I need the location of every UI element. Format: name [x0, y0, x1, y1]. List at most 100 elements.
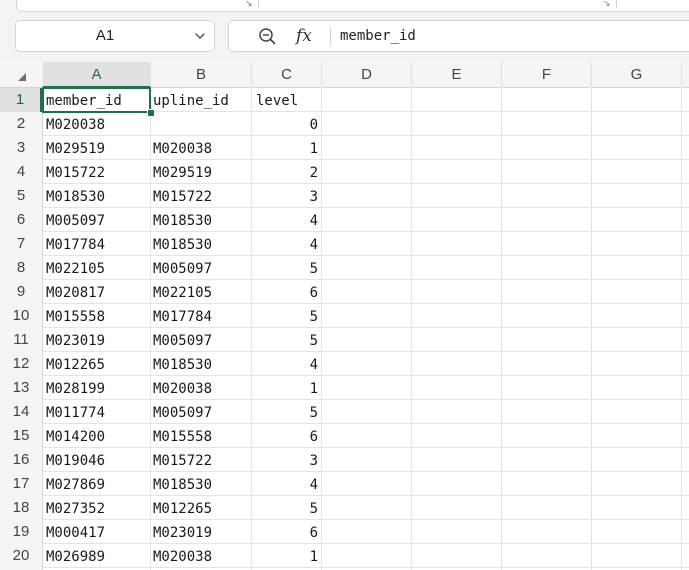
cell-a12[interactable]: M012265 — [46, 352, 149, 376]
column-header-h[interactable] — [682, 62, 689, 88]
cell-a19[interactable]: M000417 — [46, 520, 149, 544]
cell-c15[interactable]: 6 — [254, 424, 318, 448]
cell-b2[interactable] — [153, 112, 250, 136]
cell-b6[interactable]: M018530 — [153, 208, 250, 232]
cell-c5[interactable]: 3 — [254, 184, 318, 208]
cell-a11[interactable]: M023019 — [46, 328, 149, 352]
cell-c11[interactable]: 5 — [254, 328, 318, 352]
cell-b11[interactable]: M005097 — [153, 328, 250, 352]
dialog-launcher-icon[interactable]: ↘ — [603, 0, 611, 9]
row-header[interactable]: 11 — [0, 328, 42, 352]
cell-a15[interactable]: M014200 — [46, 424, 149, 448]
name-box[interactable]: A1 — [15, 20, 215, 52]
column-header-a[interactable]: A — [43, 62, 150, 88]
row-header[interactable]: 3 — [0, 136, 42, 160]
column-separator[interactable] — [150, 62, 151, 87]
row-header[interactable]: 5 — [0, 184, 42, 208]
cell-b3[interactable]: M020038 — [153, 136, 250, 160]
fill-handle[interactable] — [147, 109, 155, 117]
cell-c7[interactable]: 4 — [254, 232, 318, 256]
column-header-g[interactable]: G — [592, 62, 681, 88]
cell-b5[interactable]: M015722 — [153, 184, 250, 208]
cell-c4[interactable]: 2 — [254, 160, 318, 184]
cell-a1[interactable]: member_id — [46, 88, 149, 112]
column-header-f[interactable]: F — [502, 62, 591, 88]
chevron-down-icon[interactable] — [193, 27, 207, 45]
cell-a9[interactable]: M020817 — [46, 280, 149, 304]
row-header[interactable]: 16 — [0, 448, 42, 472]
cell-b15[interactable]: M015558 — [153, 424, 250, 448]
row-header[interactable]: 6 — [0, 208, 42, 232]
cell-b7[interactable]: M018530 — [153, 232, 250, 256]
cell-c1[interactable]: level — [256, 88, 318, 112]
formula-bar[interactable]: fx member_id — [228, 20, 689, 52]
cell-b20[interactable]: M020038 — [153, 544, 250, 568]
cell-b18[interactable]: M012265 — [153, 496, 250, 520]
row-header[interactable]: 12 — [0, 352, 42, 376]
select-all-button[interactable] — [0, 62, 43, 88]
cell-c10[interactable]: 5 — [254, 304, 318, 328]
cell-b4[interactable]: M029519 — [153, 160, 250, 184]
cell-a7[interactable]: M017784 — [46, 232, 149, 256]
cell-b16[interactable]: M015722 — [153, 448, 250, 472]
cell-b13[interactable]: M020038 — [153, 376, 250, 400]
cell-c19[interactable]: 6 — [254, 520, 318, 544]
row-header[interactable]: 2 — [0, 112, 42, 136]
row-header[interactable]: 8 — [0, 256, 42, 280]
row-header[interactable]: 20 — [0, 544, 42, 568]
cell-c14[interactable]: 5 — [254, 400, 318, 424]
cell-b9[interactable]: M022105 — [153, 280, 250, 304]
cell-a2[interactable]: M020038 — [46, 112, 149, 136]
cell-b10[interactable]: M017784 — [153, 304, 250, 328]
column-separator[interactable] — [501, 62, 502, 87]
row-header[interactable]: 15 — [0, 424, 42, 448]
row-header[interactable]: 1 — [0, 88, 42, 112]
cell-c6[interactable]: 4 — [254, 208, 318, 232]
cell-a6[interactable]: M005097 — [46, 208, 149, 232]
insert-function-button[interactable]: fx — [296, 23, 312, 49]
cell-a3[interactable]: M029519 — [46, 136, 149, 160]
cell-a13[interactable]: M028199 — [46, 376, 149, 400]
row-header[interactable]: 10 — [0, 304, 42, 328]
column-header-c[interactable]: C — [252, 62, 321, 88]
row-header[interactable]: 17 — [0, 472, 42, 496]
cell-a5[interactable]: M018530 — [46, 184, 149, 208]
column-separator[interactable] — [251, 62, 252, 87]
cell-c20[interactable]: 1 — [254, 544, 318, 568]
cell-a16[interactable]: M019046 — [46, 448, 149, 472]
cell-c17[interactable]: 4 — [254, 472, 318, 496]
cell-a20[interactable]: M026989 — [46, 544, 149, 568]
cell-c18[interactable]: 5 — [254, 496, 318, 520]
cell-b8[interactable]: M005097 — [153, 256, 250, 280]
cell-c16[interactable]: 3 — [254, 448, 318, 472]
row-header[interactable]: 7 — [0, 232, 42, 256]
row-header[interactable]: 13 — [0, 376, 42, 400]
row-header[interactable]: 14 — [0, 400, 42, 424]
cell-b19[interactable]: M023019 — [153, 520, 250, 544]
name-box-value[interactable]: A1 — [16, 21, 194, 51]
cell-a14[interactable]: M011774 — [46, 400, 149, 424]
column-header-e[interactable]: E — [412, 62, 501, 88]
column-separator[interactable] — [591, 62, 592, 87]
column-separator[interactable] — [681, 62, 682, 87]
row-header[interactable]: 18 — [0, 496, 42, 520]
cell-c9[interactable]: 6 — [254, 280, 318, 304]
cell-c3[interactable]: 1 — [254, 136, 318, 160]
spreadsheet-grid[interactable]: A B C D E F G 1 2 3 4 5 6 7 8 9 10 11 12… — [0, 62, 689, 570]
column-separator[interactable] — [321, 62, 322, 87]
formula-content[interactable]: member_id — [340, 21, 416, 51]
cell-b12[interactable]: M018530 — [153, 352, 250, 376]
column-header-d[interactable]: D — [322, 62, 411, 88]
row-header[interactable]: 9 — [0, 280, 42, 304]
cell-a4[interactable]: M015722 — [46, 160, 149, 184]
row-header[interactable]: 4 — [0, 160, 42, 184]
cell-c8[interactable]: 5 — [254, 256, 318, 280]
cell-c2[interactable]: 0 — [254, 112, 318, 136]
cell-a8[interactable]: M022105 — [46, 256, 149, 280]
row-header[interactable]: 19 — [0, 520, 42, 544]
cell-c13[interactable]: 1 — [254, 376, 318, 400]
cell-b1[interactable]: upline_id — [153, 88, 250, 112]
cell-a18[interactable]: M027352 — [46, 496, 149, 520]
column-header-b[interactable]: B — [151, 62, 251, 88]
cell-a10[interactable]: M015558 — [46, 304, 149, 328]
